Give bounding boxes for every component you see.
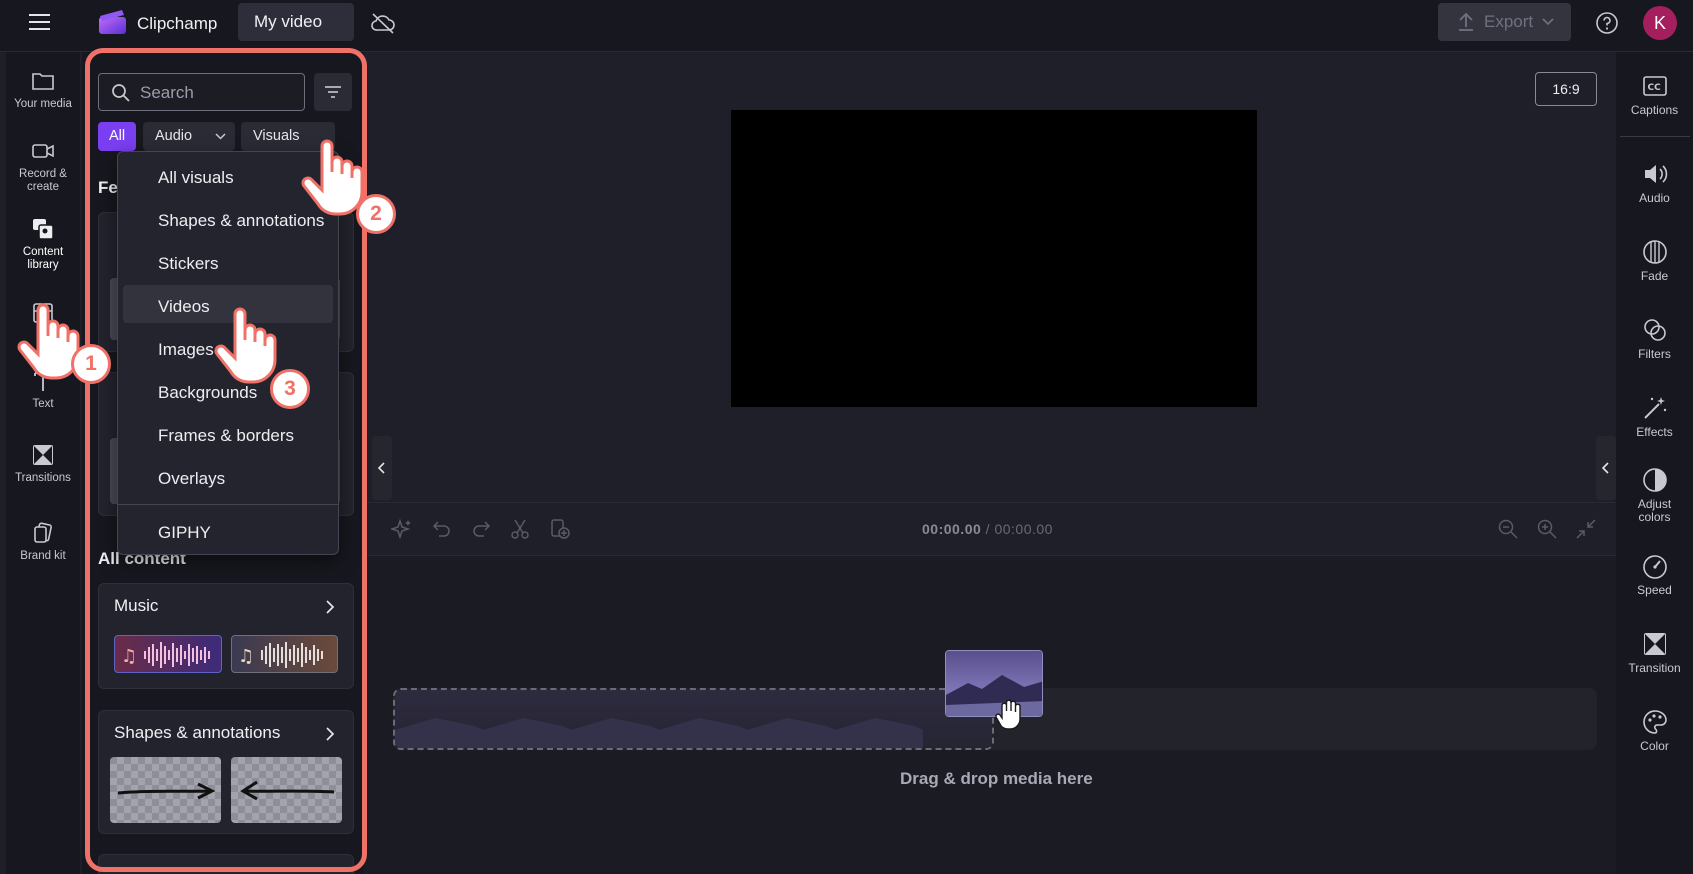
adjust-colors-button[interactable]: Adjust colors xyxy=(1616,466,1693,524)
palette-icon xyxy=(1641,708,1669,736)
transitions-icon xyxy=(30,442,56,468)
add-media-icon[interactable] xyxy=(549,518,571,540)
undo-icon[interactable] xyxy=(431,518,453,540)
export-label: Export xyxy=(1484,12,1534,31)
captions-label: Captions xyxy=(1630,103,1679,117)
fade-button[interactable]: Fade xyxy=(1616,238,1693,283)
nav-content-library[interactable]: Content library xyxy=(6,216,80,272)
scissors-icon[interactable] xyxy=(509,518,531,540)
step-badge-2: 2 xyxy=(356,194,396,234)
project-title[interactable]: My video xyxy=(238,3,354,41)
transition-button[interactable]: Transition xyxy=(1616,630,1693,675)
nav-brand-kit[interactable]: Brand kit xyxy=(6,520,80,563)
step-badge-1: 1 xyxy=(71,344,111,384)
nav-record-create-label: Record & create xyxy=(19,168,67,193)
timecode-display: 00:00.00 / 00:00.00 xyxy=(922,521,1053,537)
chevron-down-icon xyxy=(1542,18,1554,26)
audio-label: Audio xyxy=(1639,191,1670,205)
nav-text-label: Text xyxy=(32,398,54,410)
media-drop-zone[interactable] xyxy=(393,688,994,750)
color-label: Color xyxy=(1640,739,1669,753)
magic-sparkle-icon[interactable] xyxy=(391,518,413,540)
drop-media-text: Drag & drop media here xyxy=(900,769,1093,788)
time-separator: / xyxy=(985,521,991,537)
help-icon[interactable] xyxy=(1595,11,1619,35)
transition-icon xyxy=(1641,630,1669,658)
speed-button[interactable]: Speed xyxy=(1616,552,1693,597)
user-avatar[interactable]: K xyxy=(1643,6,1677,40)
top-bar: Clipchamp My video Export K xyxy=(0,0,1693,52)
adjust-colors-label: Adjust colors xyxy=(1637,497,1672,524)
folder-icon xyxy=(30,68,56,94)
aspect-ratio-button[interactable]: 16:9 xyxy=(1535,72,1597,106)
speaker-icon xyxy=(1641,160,1669,188)
fit-timeline-icon[interactable] xyxy=(1575,518,1597,540)
collapse-left-panel-button[interactable] xyxy=(372,436,392,500)
zoom-out-icon[interactable] xyxy=(1497,518,1519,540)
video-preview-canvas[interactable] xyxy=(731,110,1257,407)
color-button[interactable]: Color xyxy=(1616,708,1693,753)
filters-button[interactable]: Filters xyxy=(1616,316,1693,361)
nav-transitions-label: Transitions xyxy=(15,472,71,484)
speed-label: Speed xyxy=(1637,583,1672,597)
zoom-in-icon[interactable] xyxy=(1536,518,1558,540)
grab-hand-cursor-icon xyxy=(993,697,1029,733)
brand-kit-icon xyxy=(30,520,56,546)
effects-button[interactable]: Effects xyxy=(1616,394,1693,439)
cloud-offline-icon[interactable] xyxy=(370,12,396,34)
ghost-filmstrip-icon xyxy=(395,690,992,748)
nav-record-create[interactable]: Record & create xyxy=(6,138,80,194)
hamburger-menu-icon[interactable] xyxy=(28,12,52,32)
nav-content-library-label: Content library xyxy=(22,246,64,271)
audio-button[interactable]: Audio xyxy=(1616,160,1693,205)
export-button[interactable]: Export xyxy=(1438,3,1571,41)
redo-icon[interactable] xyxy=(470,518,492,540)
fade-label: Fade xyxy=(1640,269,1669,283)
pointing-hand-cursor-icon xyxy=(211,304,281,386)
captions-button[interactable]: CC Captions xyxy=(1616,72,1693,117)
chevron-left-icon xyxy=(1602,462,1610,474)
content-library-icon xyxy=(30,216,56,242)
upload-icon xyxy=(1457,12,1475,32)
captions-icon: CC xyxy=(1641,72,1669,100)
effects-label: Effects xyxy=(1636,425,1673,439)
nav-brand-kit-label: Brand kit xyxy=(20,550,66,562)
left-navigation: Your media Record & create Content libra… xyxy=(6,52,80,874)
transition-label: Transition xyxy=(1628,661,1681,675)
step-badge-3: 3 xyxy=(270,369,310,409)
nav-your-media-label: Your media xyxy=(14,98,72,110)
svg-text:CC: CC xyxy=(1647,83,1661,93)
nav-transitions[interactable]: Transitions xyxy=(6,442,80,485)
speedometer-icon xyxy=(1641,552,1669,580)
app-name: Clipchamp xyxy=(137,14,218,33)
collapse-right-panel-button[interactable] xyxy=(1596,436,1616,500)
filters-icon xyxy=(1641,316,1669,344)
adjust-colors-icon xyxy=(1641,466,1669,494)
nav-your-media[interactable]: Your media xyxy=(6,68,80,111)
clipchamp-logo-icon xyxy=(98,8,128,36)
total-time: 00:00.00 xyxy=(994,521,1053,537)
chevron-left-icon xyxy=(378,462,386,474)
fade-icon xyxy=(1641,238,1669,266)
magic-wand-icon xyxy=(1641,394,1669,422)
clipchamp-editor: Clipchamp My video Export K Your media R… xyxy=(0,0,1693,874)
camera-icon xyxy=(30,138,56,164)
current-time: 00:00.00 xyxy=(922,521,982,537)
right-nav-divider xyxy=(1620,136,1690,137)
filters-label: Filters xyxy=(1638,347,1671,361)
